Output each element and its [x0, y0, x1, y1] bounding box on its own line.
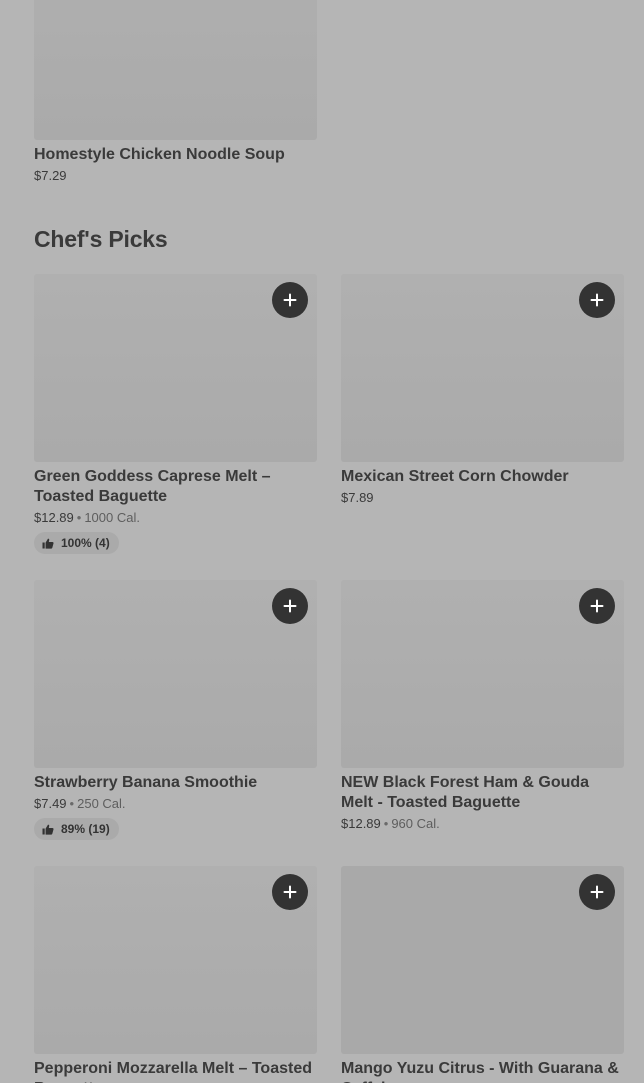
menu-page: Homestyle Chicken Noodle Soup $7.29 Chef… [0, 0, 644, 1083]
plus-icon [590, 293, 604, 307]
menu-item-card[interactable]: NEW Black Forest Ham & Gouda Melt - Toas… [341, 580, 624, 832]
menu-item-price: $12.89 [341, 816, 381, 831]
menu-item-name: Homestyle Chicken Noodle Soup [34, 146, 285, 163]
plus-icon [283, 885, 297, 899]
add-to-cart-button[interactable] [272, 874, 308, 910]
menu-item-meta: $12.89 • 1000 Cal. [34, 510, 317, 526]
menu-item-name: Mango Yuzu Citrus - With Guarana & Caffe… [341, 1060, 619, 1083]
plus-icon [590, 599, 604, 613]
menu-item-card[interactable]: Mexican Street Corn Chowder $7.89 [341, 274, 624, 506]
menu-item-image[interactable] [34, 0, 317, 140]
menu-item-name: Mexican Street Corn Chowder [341, 468, 569, 485]
add-to-cart-button[interactable] [272, 282, 308, 318]
menu-item-image[interactable] [341, 580, 624, 768]
menu-item-price: $7.89 [341, 490, 374, 505]
menu-item-meta: $7.49 • 250 Cal. [34, 796, 317, 812]
menu-item-meta: $7.29 [34, 168, 317, 184]
menu-item-price: $7.49 [34, 796, 67, 811]
meta-separator: • [76, 510, 82, 525]
plus-icon [283, 599, 297, 613]
menu-item-calories: 1000 Cal. [84, 510, 140, 525]
menu-item-image[interactable] [341, 866, 624, 1054]
rating-badge: 100% (4) [34, 532, 119, 554]
thumbs-up-icon [42, 824, 54, 835]
menu-item-card[interactable]: Homestyle Chicken Noodle Soup $7.29 [34, 0, 317, 184]
plus-icon [590, 885, 604, 899]
rating-text: 100% (4) [61, 536, 110, 550]
menu-item-image[interactable] [34, 866, 317, 1054]
menu-item-name: Pepperoni Mozzarella Melt – Toasted Bagu… [34, 1060, 312, 1083]
section-title: Chef's Picks [34, 226, 168, 252]
menu-item-image[interactable] [34, 580, 317, 768]
menu-item-card[interactable]: Green Goddess Caprese Melt – Toasted Bag… [34, 274, 317, 554]
menu-item-calories: 250 Cal. [77, 796, 126, 811]
menu-item-image[interactable] [341, 274, 624, 462]
meta-separator: • [69, 796, 75, 811]
add-to-cart-button[interactable] [579, 588, 615, 624]
add-to-cart-button[interactable] [579, 874, 615, 910]
meta-separator: • [383, 816, 389, 831]
thumbs-up-icon [42, 538, 54, 549]
menu-item-name: Strawberry Banana Smoothie [34, 774, 258, 791]
add-to-cart-button[interactable] [272, 588, 308, 624]
menu-item-card[interactable]: Mango Yuzu Citrus - With Guarana & Caffe… [341, 866, 624, 1083]
menu-item-meta: $12.89 • 960 Cal. [341, 816, 624, 832]
menu-item-price: $7.29 [34, 168, 67, 183]
rating-text: 89% (19) [61, 822, 110, 836]
menu-item-name: Green Goddess Caprese Melt – Toasted Bag… [34, 468, 271, 505]
menu-item-price: $12.89 [34, 510, 74, 525]
menu-item-image[interactable] [34, 274, 317, 462]
plus-icon [283, 293, 297, 307]
menu-item-card[interactable]: Strawberry Banana Smoothie $7.49 • 250 Cal… [34, 580, 317, 840]
rating-badge: 89% (19) [34, 818, 119, 840]
add-to-cart-button[interactable] [579, 282, 615, 318]
menu-item-calories: 960 Cal. [391, 816, 440, 831]
menu-item-card[interactable]: Pepperoni Mozzarella Melt – Toasted Bagu… [34, 866, 317, 1083]
menu-item-meta: $7.89 [341, 490, 624, 506]
menu-item-name: NEW Black Forest Ham & Gouda Melt - Toas… [341, 774, 590, 811]
